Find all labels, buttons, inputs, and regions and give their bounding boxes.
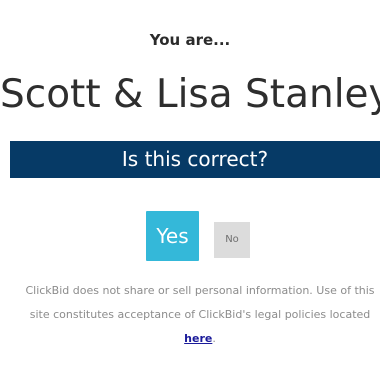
confirm-identity-page: You are... Scott & Lisa Stanley Is this … — [0, 0, 380, 369]
legal-policies-link[interactable]: here — [184, 332, 212, 345]
confirm-banner: Is this correct? — [10, 141, 380, 178]
privacy-notice-text: ClickBid does not share or sell personal… — [25, 284, 375, 321]
privacy-notice-end: . — [212, 332, 216, 345]
bidder-name: Scott & Lisa Stanley — [0, 72, 380, 117]
no-button[interactable]: No — [214, 222, 250, 258]
privacy-notice: ClickBid does not share or sell personal… — [20, 279, 380, 351]
prompt-heading: You are... — [149, 31, 231, 49]
yes-button[interactable]: Yes — [146, 211, 199, 261]
